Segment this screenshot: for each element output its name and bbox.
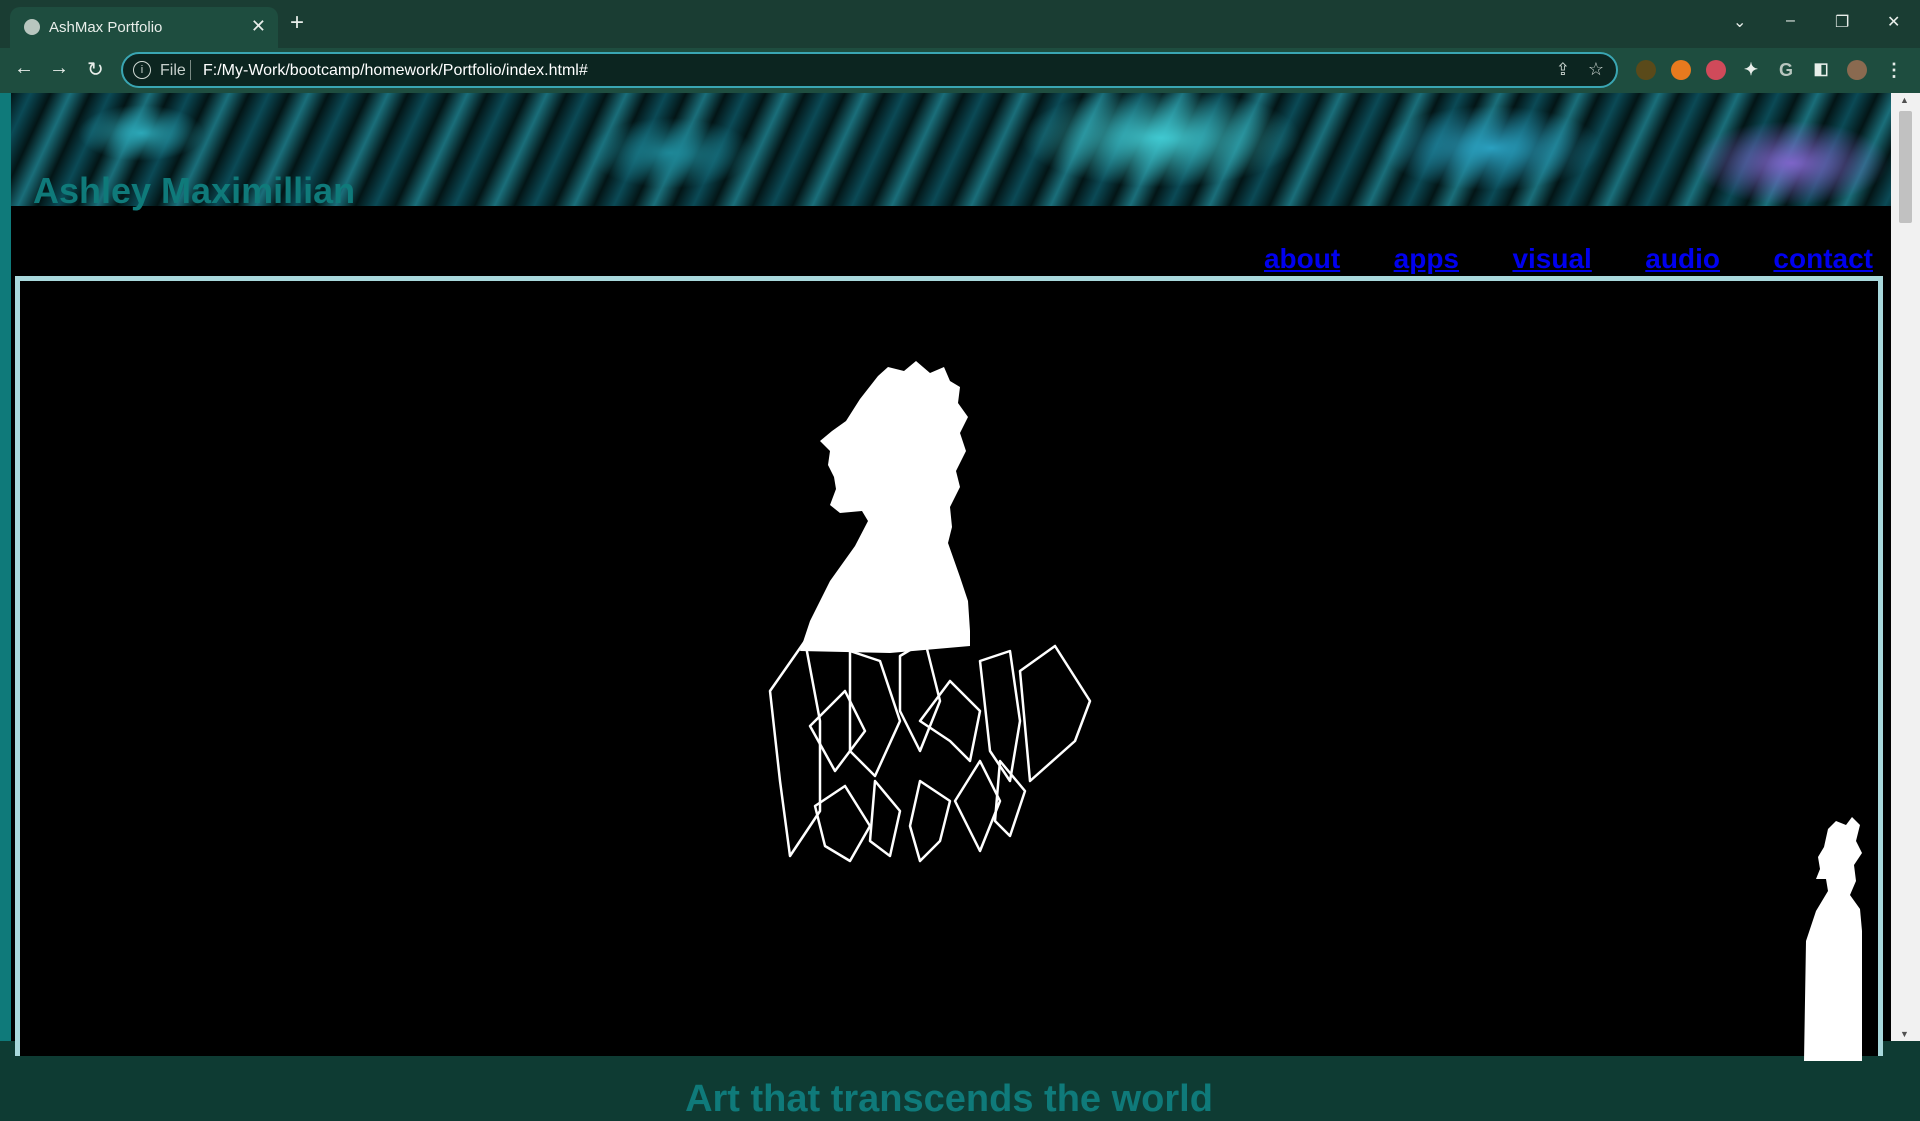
main-nav: about apps visual audio contact <box>1215 243 1873 275</box>
browser-toolbar: ← → ↻ i File F:/My-Work/bootcamp/homewor… <box>0 48 1920 93</box>
page-container: Ashley Maximillian about apps visual aud… <box>11 93 1891 1120</box>
browser-chrome: AshMax Portfolio ✕ + ⌄ – ❐ ✕ ← → ↻ i Fil… <box>0 0 1920 93</box>
scrollbar-thumb[interactable] <box>1899 111 1912 223</box>
address-bar[interactable]: i File F:/My-Work/bootcamp/homework/Port… <box>121 52 1618 88</box>
nav-link-contact[interactable]: contact <box>1773 243 1873 274</box>
browser-tab[interactable]: AshMax Portfolio ✕ <box>10 7 278 48</box>
profile-avatar[interactable] <box>1847 60 1867 80</box>
corner-figure-silhouette <box>1804 817 1862 1061</box>
extension-record-icon[interactable] <box>1706 60 1726 80</box>
close-window-button[interactable]: ✕ <box>1887 12 1900 32</box>
hero-tagline: Art that transcends the world <box>685 1078 1213 1120</box>
share-icon[interactable]: ⇪ <box>1556 60 1570 80</box>
nav-link-apps[interactable]: apps <box>1394 243 1459 274</box>
tab-title: AshMax Portfolio <box>49 19 163 36</box>
extension-hat-icon[interactable] <box>1636 60 1656 80</box>
url-text[interactable]: F:/My-Work/bootcamp/homework/Portfolio/i… <box>203 62 588 80</box>
reload-button[interactable]: ↻ <box>87 57 104 82</box>
tab-search-icon[interactable]: ⌄ <box>1733 12 1746 32</box>
nav-link-about[interactable]: about <box>1264 243 1340 274</box>
side-panel-icon[interactable]: ◧ <box>1811 60 1831 80</box>
head-silhouette <box>800 361 970 653</box>
site-title: Ashley Maximillian <box>33 170 356 211</box>
address-separator <box>190 60 191 80</box>
crystal-lettering <box>768 639 1092 863</box>
bookmark-star-icon[interactable]: ☆ <box>1588 59 1604 80</box>
close-tab-icon[interactable]: ✕ <box>251 16 266 37</box>
extension-orange-icon[interactable] <box>1671 60 1691 80</box>
back-button[interactable]: ← <box>14 57 34 80</box>
nav-link-visual[interactable]: visual <box>1512 243 1591 274</box>
restore-button[interactable]: ❐ <box>1835 12 1849 32</box>
minimize-button[interactable]: – <box>1786 12 1795 30</box>
hero-illustration <box>768 361 1862 1061</box>
scroll-down-arrow-icon[interactable]: ▼ <box>1900 1029 1909 1039</box>
scheme-label: File <box>160 62 186 79</box>
browser-menu-icon[interactable]: ⋮ <box>1884 60 1904 80</box>
nav-link-audio[interactable]: audio <box>1645 243 1720 274</box>
page-viewport: Ashley Maximillian about apps visual aud… <box>0 93 1920 1120</box>
grammar-g-icon[interactable]: G <box>1776 60 1796 80</box>
extensions-puzzle-icon[interactable]: ✦ <box>1741 60 1761 80</box>
tab-bar: AshMax Portfolio ✕ + ⌄ – ❐ ✕ <box>0 0 1920 48</box>
globe-icon <box>24 19 40 35</box>
scroll-up-arrow-icon[interactable]: ▲ <box>1900 95 1909 105</box>
new-tab-button[interactable]: + <box>290 11 304 35</box>
forward-button[interactable]: → <box>49 57 69 80</box>
hero-section: Art that transcends the world <box>15 276 1883 1120</box>
info-icon[interactable]: i <box>133 61 151 79</box>
vertical-scrollbar[interactable]: ▲ ▼ <box>1891 93 1920 1041</box>
